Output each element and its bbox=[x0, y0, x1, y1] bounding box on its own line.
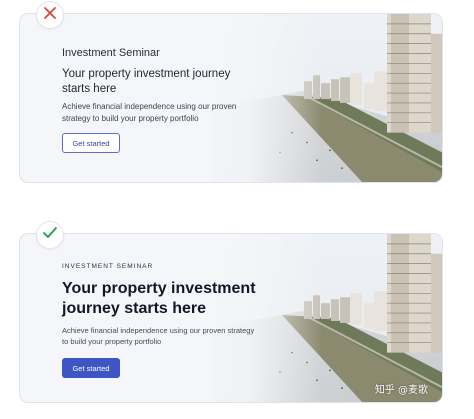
banner-card-bad: Investment Seminar Your property investm… bbox=[19, 13, 443, 183]
eyebrow-text: INVESTMENT SEMINAR bbox=[62, 263, 154, 270]
eyebrow-text: Investment Seminar bbox=[62, 47, 160, 59]
subtext: Achieve financial independence using our… bbox=[62, 102, 237, 123]
check-badge bbox=[36, 221, 64, 249]
get-started-button[interactable]: Get started bbox=[62, 133, 120, 153]
photo-fade-overlay bbox=[192, 14, 322, 182]
watermark-text: 知乎 @麦歌 bbox=[374, 385, 428, 396]
cross-badge bbox=[36, 1, 64, 29]
get-started-button[interactable]: Get started bbox=[62, 358, 120, 378]
subtext: Achieve financial independence using our… bbox=[62, 326, 255, 346]
banner-card-good: INVESTMENT SEMINAR Your property investm… bbox=[19, 233, 443, 403]
cross-icon bbox=[43, 6, 57, 25]
headline: Your property investment journey starts … bbox=[62, 68, 231, 95]
check-icon bbox=[42, 226, 58, 245]
headline: Your property investment journey starts … bbox=[62, 280, 256, 317]
